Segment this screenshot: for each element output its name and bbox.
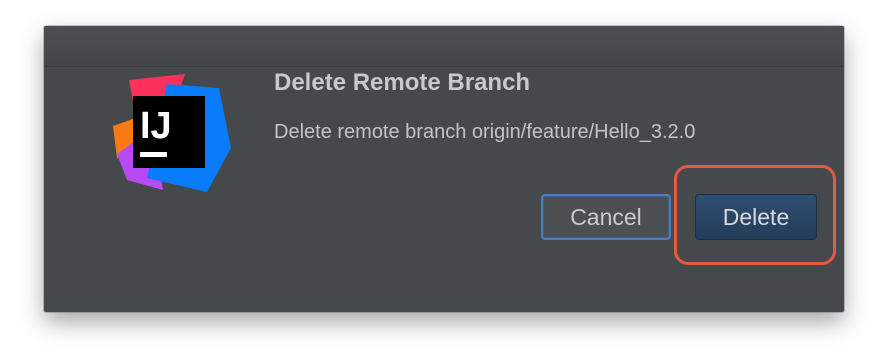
delete-remote-branch-dialog: IJ Delete Remote Branch Delete remote br…: [44, 26, 844, 312]
cancel-button[interactable]: Cancel: [541, 194, 671, 240]
delete-button[interactable]: Delete: [695, 194, 817, 240]
dialog-title: Delete Remote Branch: [274, 69, 531, 96]
dialog-titlebar[interactable]: [44, 26, 844, 67]
dialog-message: Delete remote branch origin/feature/Hell…: [274, 121, 696, 143]
logo-letters: IJ: [140, 105, 172, 147]
intellij-idea-logo-icon: IJ: [107, 68, 232, 193]
